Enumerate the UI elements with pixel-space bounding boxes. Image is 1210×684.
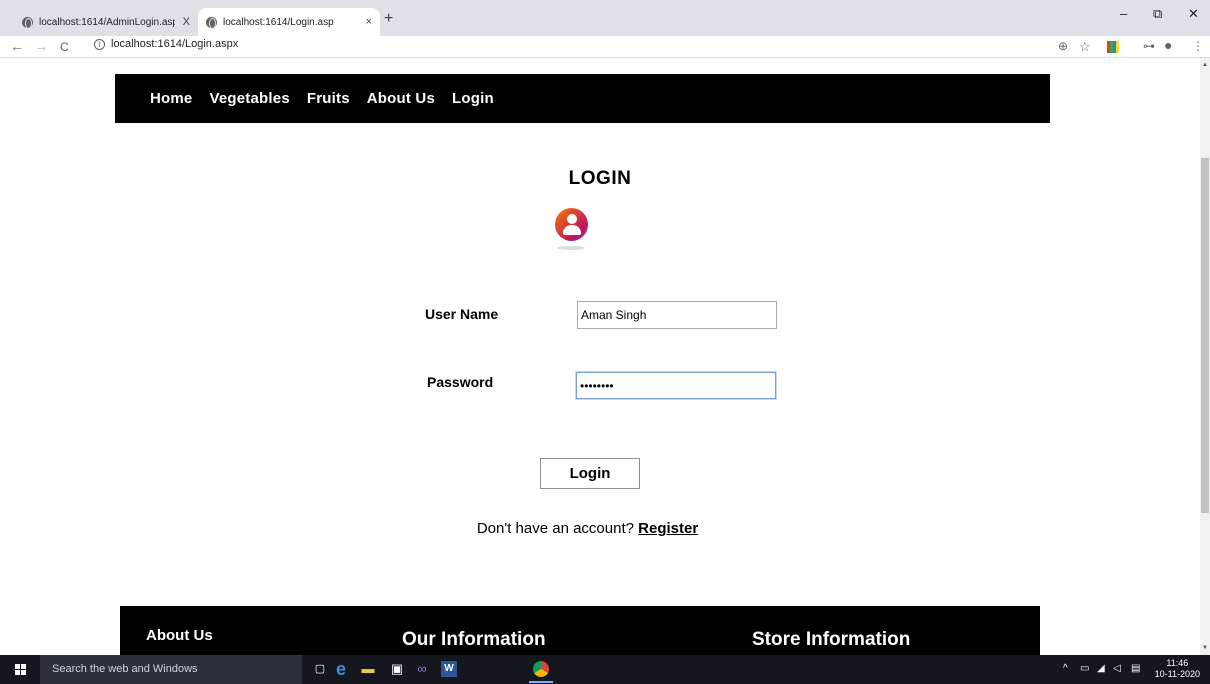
register-link[interactable]: Register bbox=[638, 520, 698, 537]
address-bar[interactable]: i localhost:1614/Login.aspx bbox=[94, 38, 238, 50]
nav-fruits[interactable]: Fruits bbox=[307, 90, 350, 107]
task-view-icon[interactable]: ▢ bbox=[312, 661, 328, 677]
minimize-button[interactable]: – bbox=[1120, 6, 1127, 21]
password-label: Password bbox=[427, 374, 494, 390]
visual-studio-icon[interactable]: ∞ bbox=[414, 661, 430, 677]
windows-start-icon[interactable] bbox=[15, 664, 26, 675]
taskbar-clock[interactable]: 11:46 10-11-2020 bbox=[1155, 658, 1200, 680]
nav-home[interactable]: Home bbox=[150, 90, 192, 107]
windows-taskbar: Search the web and Windows ▢ e ▬ ▣ ∞ W ^… bbox=[0, 655, 1210, 684]
nav-vegetables[interactable]: Vegetables bbox=[209, 90, 289, 107]
zoom-icon[interactable]: ⊕ bbox=[1058, 39, 1068, 53]
clock-time: 11:46 bbox=[1166, 658, 1189, 668]
scroll-up-icon[interactable]: ▲ bbox=[1202, 62, 1208, 68]
avatar-shadow bbox=[557, 246, 585, 250]
browser-toolbar: ← → C i localhost:1614/Login.aspx ⊕ ☆ ⊶ … bbox=[0, 36, 1210, 58]
tab-title: localhost:1614/Login.aspx bbox=[223, 16, 334, 28]
tray-expand-icon[interactable]: ^ bbox=[1063, 663, 1068, 674]
key-icon[interactable]: ⊶ bbox=[1143, 39, 1155, 53]
forward-button[interactable]: → bbox=[34, 38, 48, 54]
globe-icon bbox=[22, 16, 33, 29]
file-explorer-icon[interactable]: ▬ bbox=[360, 661, 376, 677]
user-avatar-icon bbox=[555, 208, 588, 241]
username-label: User Name bbox=[425, 306, 499, 322]
notification-icon[interactable]: ▤ bbox=[1131, 663, 1140, 674]
register-prompt-text: Don't have an account? bbox=[476, 520, 634, 537]
extension-icon[interactable] bbox=[1107, 41, 1119, 53]
footer-about-heading: About Us bbox=[146, 627, 213, 644]
avatar-head bbox=[567, 214, 577, 224]
browser-tab-login[interactable]: localhost:1614/Login.aspx × bbox=[198, 8, 380, 36]
site-footer: About Us Our Information Store Informati… bbox=[120, 606, 1040, 655]
scroll-thumb[interactable] bbox=[1201, 158, 1209, 513]
site-nav: Home Vegetables Fruits About Us Login bbox=[115, 74, 1050, 123]
taskbar-search-box[interactable]: Search the web and Windows bbox=[40, 655, 302, 684]
footer-our-info-heading: Our Information bbox=[402, 629, 546, 650]
browser-tab-admin-login[interactable]: localhost:1614/AdminLogin.aspx X bbox=[14, 8, 198, 36]
profile-icon[interactable]: ● bbox=[1164, 37, 1172, 53]
avatar-body bbox=[563, 225, 581, 235]
browser-tabstrip: localhost:1614/AdminLogin.aspx X localho… bbox=[0, 0, 1210, 36]
star-icon[interactable]: ☆ bbox=[1079, 39, 1091, 55]
close-tab-icon[interactable]: × bbox=[366, 16, 372, 28]
volume-icon[interactable]: ◁ bbox=[1113, 663, 1121, 674]
maximize-button[interactable]: ⧉ bbox=[1153, 6, 1162, 22]
scroll-down-icon[interactable]: ▼ bbox=[1202, 645, 1208, 651]
url-text: localhost:1614/Login.aspx bbox=[111, 38, 239, 50]
new-tab-button[interactable]: + bbox=[384, 10, 393, 28]
battery-icon[interactable]: ▭ bbox=[1080, 663, 1089, 674]
username-input[interactable] bbox=[577, 301, 777, 329]
word-icon[interactable]: W bbox=[441, 661, 457, 677]
footer-store-info-heading: Store Information bbox=[752, 629, 911, 650]
network-icon[interactable]: ◢ bbox=[1097, 663, 1105, 674]
tab-title: localhost:1614/AdminLogin.aspx bbox=[39, 16, 175, 28]
store-icon[interactable]: ▣ bbox=[389, 661, 405, 677]
reload-button[interactable]: C bbox=[60, 40, 69, 54]
back-button[interactable]: ← bbox=[10, 38, 24, 54]
login-button[interactable]: Login bbox=[540, 458, 640, 489]
chrome-icon[interactable] bbox=[529, 661, 553, 683]
register-prompt: Don't have an account? Register bbox=[0, 520, 1175, 537]
page-scrollbar[interactable]: ▲ ▼ bbox=[1200, 58, 1210, 655]
password-input[interactable] bbox=[576, 372, 776, 399]
close-window-button[interactable]: ✕ bbox=[1188, 6, 1199, 22]
info-icon[interactable]: i bbox=[94, 38, 105, 50]
clock-date: 10-11-2020 bbox=[1154, 669, 1200, 679]
menu-icon[interactable]: ⋮ bbox=[1192, 39, 1204, 53]
globe-icon bbox=[206, 16, 217, 29]
page-viewport: Home Vegetables Fruits About Us Login LO… bbox=[0, 58, 1200, 655]
nav-login[interactable]: Login bbox=[452, 90, 494, 107]
close-tab-icon[interactable]: X bbox=[183, 16, 190, 28]
edge-browser-icon[interactable]: e bbox=[333, 660, 349, 678]
nav-about-us[interactable]: About Us bbox=[367, 90, 435, 107]
page-title: LOGIN bbox=[568, 168, 632, 189]
